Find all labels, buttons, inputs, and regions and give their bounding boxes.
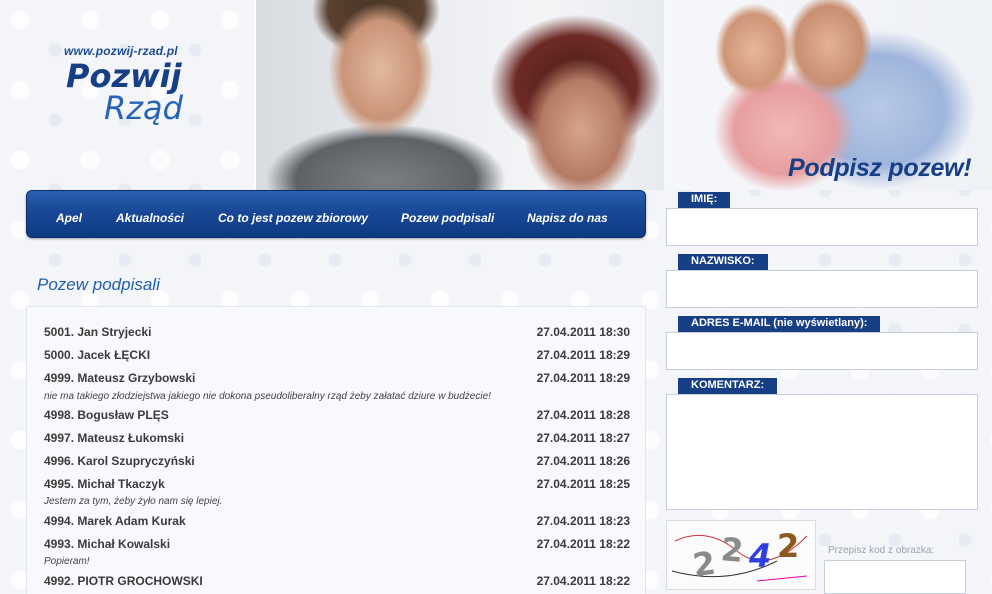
captcha-input[interactable] [824,560,966,594]
signer-comment: nie ma takiego złodziejstwa jakiego nie … [44,391,491,402]
list-item: 4997. Mateusz Łukomski 27.04.2011 18:27 [44,431,630,447]
last-name-field[interactable] [666,270,978,308]
nav-item-napisz-do-nas[interactable]: Napisz do nas [527,211,608,225]
email-field[interactable] [666,332,978,370]
list-item: 4999. Mateusz Grzybowski 27.04.2011 18:2… [44,371,630,387]
signer-date: 27.04.2011 18:22 [536,537,630,551]
header: www.pozwij-rzad.pl Pozwij Rząd Podpisz p… [0,0,992,190]
signer-comment: Jestem za tym, żeby żyło nam się lepiej. [44,496,223,507]
signer-date: 27.04.2011 18:30 [536,325,630,339]
list-item: 5001. Jan Stryjecki 27.04.2011 18:30 [44,325,630,341]
site-url: www.pozwij-rzad.pl [64,44,178,58]
captcha-char: 2 [719,530,745,570]
last-name-label: NAZWISKO: [678,254,768,270]
captcha-char: 4 [749,537,772,575]
signer-date: 27.04.2011 18:29 [536,371,630,385]
signer-comment: Popieram! [44,556,90,567]
nav-item-aktualnosci[interactable]: Aktualności [116,211,184,225]
list-item: 4996. Karol Szupryczyński 27.04.2011 18:… [44,454,630,470]
signer-name: 4998. Bogusław PLĘS [44,408,169,422]
list-item: 4998. Bogusław PLĘS 27.04.2011 18:28 [44,408,630,424]
signer-date: 27.04.2011 18:23 [536,514,630,528]
signer-name: 4994. Marek Adam Kurak [44,514,186,528]
email-label: ADRES E-MAIL (nie wyświetlany): [678,316,881,332]
captcha-char: 2 [777,527,800,565]
signer-date: 27.04.2011 18:29 [536,348,630,362]
captcha-hint: Przepisz kod z obrazka: [828,545,935,556]
logo-text-rzad: Rząd [104,89,183,127]
signer-name: 4996. Karol Szupryczyński [44,454,195,468]
signer-name: 4993. Michał Kowalski [44,537,171,551]
list-item: 4992. PIOTR GROCHOWSKI 27.04.2011 18:22 [44,574,630,590]
logo-text-pozwij: Pozwij [66,57,182,95]
signer-name: 4992. PIOTR GROCHOWSKI [44,574,203,588]
signer-date: 27.04.2011 18:28 [536,408,630,422]
signer-date: 27.04.2011 18:27 [536,431,630,445]
main-nav: Apel Aktualności Co to jest pozew zbioro… [26,190,646,238]
logo[interactable]: www.pozwij-rzad.pl Pozwij Rząd [64,44,214,144]
nav-item-apel[interactable]: Apel [56,211,82,225]
list-item: 4994. Marek Adam Kurak 27.04.2011 18:23 [44,514,630,530]
signer-date: 27.04.2011 18:22 [536,574,630,588]
nav-item-pozew-zbiorowy[interactable]: Co to jest pozew zbiorowy [218,211,368,225]
signer-name: 5000. Jacek ŁĘCKI [44,348,151,362]
first-name-label: IMIĘ: [678,192,731,208]
signer-date: 27.04.2011 18:26 [536,454,630,468]
list-item: 5000. Jacek ŁĘCKI 27.04.2011 18:29 [44,348,630,364]
list-item: 4993. Michał Kowalski 27.04.2011 18:22 [44,537,630,553]
signer-name: 4995. Michał Tkaczyk [44,477,165,491]
list-item: 4995. Michał Tkaczyk 27.04.2011 18:25 [44,477,630,493]
signer-name: 4997. Mateusz Łukomski [44,431,185,445]
signer-name: 5001. Jan Stryjecki [44,325,152,339]
comment-label: KOMENTARZ: [678,378,778,394]
comment-textarea[interactable] [666,394,978,510]
header-photo-young-couple [254,0,664,190]
nav-item-pozew-podpisali[interactable]: Pozew podpisali [401,211,494,225]
sign-petition-title: Podpisz pozew! [788,154,972,182]
signer-date: 27.04.2011 18:25 [536,477,630,491]
captcha-image: 2 2 4 2 [666,520,816,590]
signers-list: 5001. Jan Stryjecki 27.04.2011 18:30 500… [26,306,646,594]
page-title: Pozew podpisali [37,275,160,294]
first-name-field[interactable] [666,208,978,246]
signer-name: 4999. Mateusz Grzybowski [44,371,196,385]
